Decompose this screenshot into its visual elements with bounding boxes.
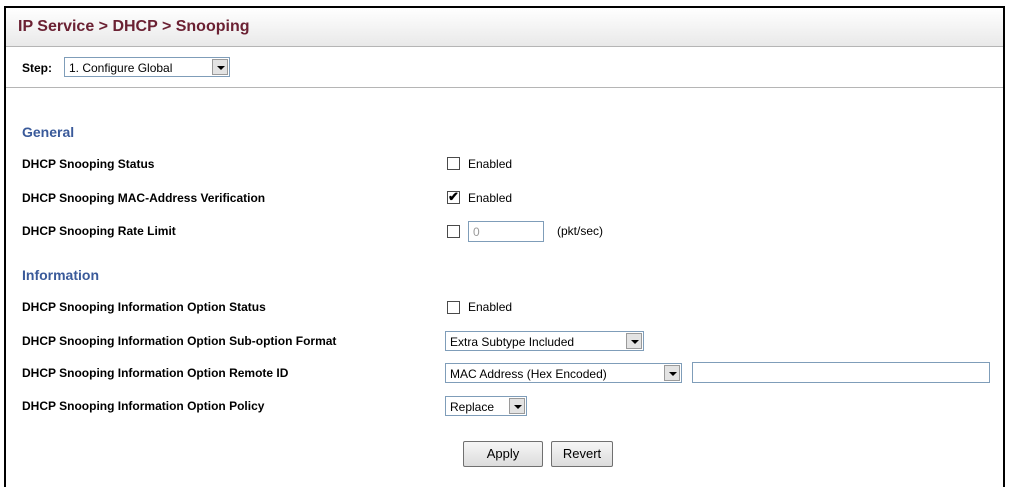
section-heading-general: General [22, 124, 75, 140]
option-status-label: DHCP Snooping Information Option Status [22, 300, 266, 314]
rate-limit-value: 0 [473, 225, 480, 239]
suboption-format-value: Extra Subtype Included [450, 335, 575, 349]
option-status-checkbox[interactable] [447, 301, 460, 314]
rate-limit-input[interactable]: 0 [468, 221, 544, 242]
snooping-status-enabled-text: Enabled [468, 157, 513, 171]
suboption-format-select[interactable]: Extra Subtype Included [445, 331, 644, 351]
remote-id-select[interactable]: MAC Address (Hex Encoded) [445, 363, 682, 383]
mac-verification-checkbox[interactable]: ✔ [447, 189, 460, 204]
snooping-status-checkbox[interactable] [447, 157, 460, 170]
mac-verification-enabled-text: Enabled [468, 191, 513, 205]
policy-value: Replace [450, 400, 495, 414]
rate-limit-unit: (pkt/sec) [557, 224, 604, 238]
mac-verification-label: DHCP Snooping MAC-Address Verification [22, 191, 266, 205]
chevron-down-icon[interactable] [212, 59, 228, 75]
remote-id-text-input[interactable] [692, 362, 990, 383]
revert-button[interactable]: Revert [551, 441, 613, 467]
rate-limit-label: DHCP Snooping Rate Limit [22, 224, 176, 238]
chevron-down-icon[interactable] [664, 365, 680, 381]
apply-button[interactable]: Apply [463, 441, 543, 467]
rate-limit-checkbox[interactable] [447, 225, 460, 238]
remote-id-value: MAC Address (Hex Encoded) [450, 367, 607, 381]
chevron-down-icon[interactable] [509, 398, 525, 414]
policy-label: DHCP Snooping Information Option Policy [22, 399, 265, 413]
suboption-format-label: DHCP Snooping Information Option Sub-opt… [22, 334, 337, 348]
section-heading-information: Information [22, 267, 99, 283]
title-bar: IP Service > DHCP > Snooping [6, 8, 1003, 47]
page-title: IP Service > DHCP > Snooping [18, 18, 250, 35]
chevron-down-icon[interactable] [626, 333, 642, 349]
policy-select[interactable]: Replace [445, 396, 527, 416]
option-status-enabled-text: Enabled [468, 300, 513, 314]
checkmark-icon: ✔ [448, 189, 459, 204]
step-select-value: 1. Configure Global [69, 61, 173, 75]
step-select[interactable]: 1. Configure Global [64, 57, 230, 77]
snooping-status-label: DHCP Snooping Status [22, 157, 155, 171]
step-label: Step: [22, 61, 52, 75]
remote-id-label: DHCP Snooping Information Option Remote … [22, 366, 289, 380]
step-bar: Step: 1. Configure Global [6, 47, 1003, 88]
dhcp-snooping-panel: IP Service > DHCP > Snooping Step: 1. Co… [4, 6, 1005, 487]
